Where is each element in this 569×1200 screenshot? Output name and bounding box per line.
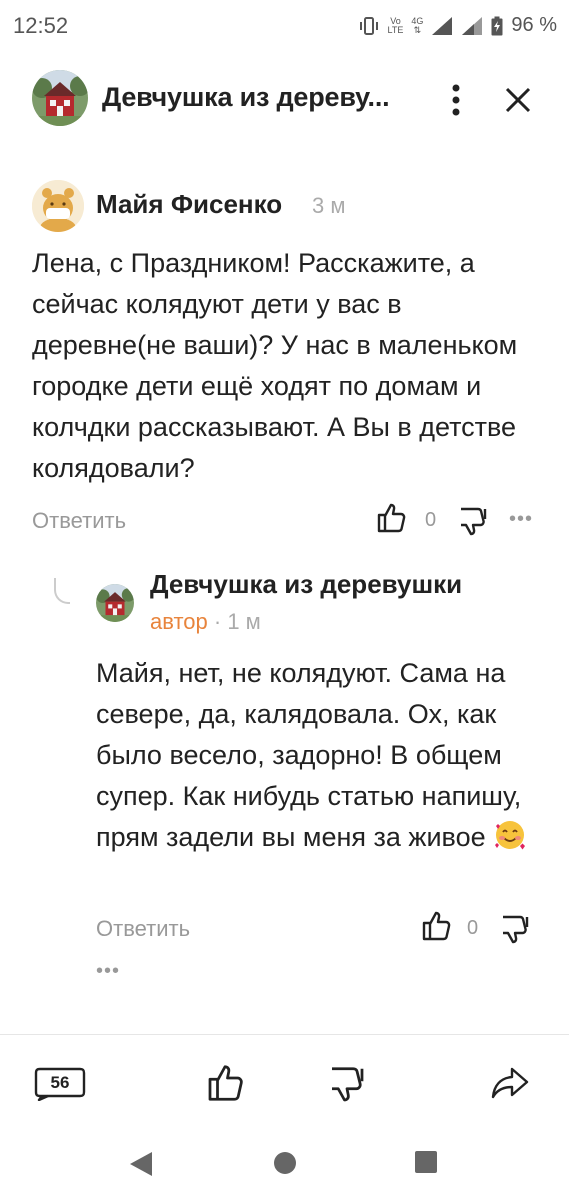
smiling-face-with-hearts-icon [493, 818, 527, 852]
reply-meta: автор · 1 м [150, 609, 261, 635]
comment-like-count: 0 [425, 509, 437, 531]
battery-icon [491, 16, 503, 35]
close-button[interactable] [500, 80, 536, 120]
comment-more-button[interactable]: ••• [509, 508, 533, 531]
comment-author-avatar[interactable] [32, 180, 84, 232]
recents-button[interactable] [414, 1150, 438, 1179]
reply-author-avatar[interactable] [96, 584, 134, 622]
comment-like-button[interactable] [376, 502, 406, 539]
reply-to-reply-button[interactable]: Ответить [96, 916, 190, 942]
battery-percent: 96 % [511, 14, 557, 36]
reply-actions: Ответить 0 ••• [0, 908, 569, 988]
thumbs-down-icon [461, 507, 487, 536]
system-nav-bar [0, 1128, 569, 1200]
reply-like-button[interactable] [421, 910, 451, 947]
thumbs-up-icon [377, 503, 406, 533]
bottom-action-bar: 56 [0, 1045, 569, 1125]
reply-button[interactable]: Ответить [32, 508, 126, 534]
home-button[interactable] [272, 1150, 298, 1181]
comment-time: 3 м [312, 193, 346, 218]
comment-dislike-button[interactable] [458, 506, 488, 543]
network-4g-indicator: 4G ⇅ [411, 15, 424, 35]
thread-connector [54, 578, 70, 604]
thumbs-up-icon [208, 1065, 243, 1101]
volte-indicator: Vo LTE [387, 15, 404, 35]
reply-author-name[interactable]: Девчушка из деревушки [150, 569, 462, 600]
reply-dislike-button[interactable] [500, 914, 530, 951]
share-arrow-icon [491, 1067, 529, 1099]
thumbs-up-icon [422, 911, 451, 941]
vertical-dots-icon [452, 84, 460, 116]
article-dislike-button[interactable] [328, 1065, 366, 1110]
thumbs-down-icon [503, 915, 529, 944]
comment-actions: Ответить 0 ••• [0, 500, 569, 540]
recents-square-icon [415, 1151, 437, 1173]
status-bar: 12:52 Vo LTE 4G ⇅ 96 % [0, 0, 569, 52]
signal-icon-2 [462, 16, 483, 35]
vibrate-icon [359, 16, 378, 35]
comments-count: 56 [50, 1073, 70, 1092]
reply-time: 1 м [227, 609, 261, 634]
comments-count-button[interactable]: 56 [34, 1067, 86, 1101]
back-triangle-icon [130, 1152, 152, 1176]
reply-text-content: Майя, нет, не колядуют. Сама на севере, … [96, 658, 522, 852]
more-menu-button[interactable] [442, 80, 470, 120]
divider [0, 1034, 569, 1035]
channel-header: Девчушка из дереву... [0, 60, 569, 140]
meta-separator: · [207, 609, 228, 634]
status-time: 12:52 [13, 13, 69, 38]
reply-text: Майя, нет, не колядуют. Сама на севере, … [96, 653, 546, 858]
channel-title[interactable]: Девчушка из дереву... [102, 82, 390, 113]
share-button[interactable] [490, 1065, 530, 1106]
signal-icon [432, 16, 453, 35]
comment-author-name[interactable]: Майя Фисенко [96, 189, 282, 220]
reply-more-button[interactable]: ••• [96, 960, 120, 983]
home-circle-icon [274, 1152, 296, 1174]
reply-like-count: 0 [467, 917, 479, 939]
author-badge: автор [150, 609, 208, 634]
close-icon [505, 87, 531, 113]
article-like-button[interactable] [206, 1063, 244, 1108]
comment-text: Лена, с Праздником! Расскажите, а сейчас… [32, 248, 518, 483]
channel-avatar[interactable] [32, 70, 88, 126]
status-icons: Vo LTE 4G ⇅ 96 % [358, 14, 557, 37]
thumbs-down-icon [332, 1067, 364, 1102]
back-button[interactable] [128, 1150, 154, 1183]
